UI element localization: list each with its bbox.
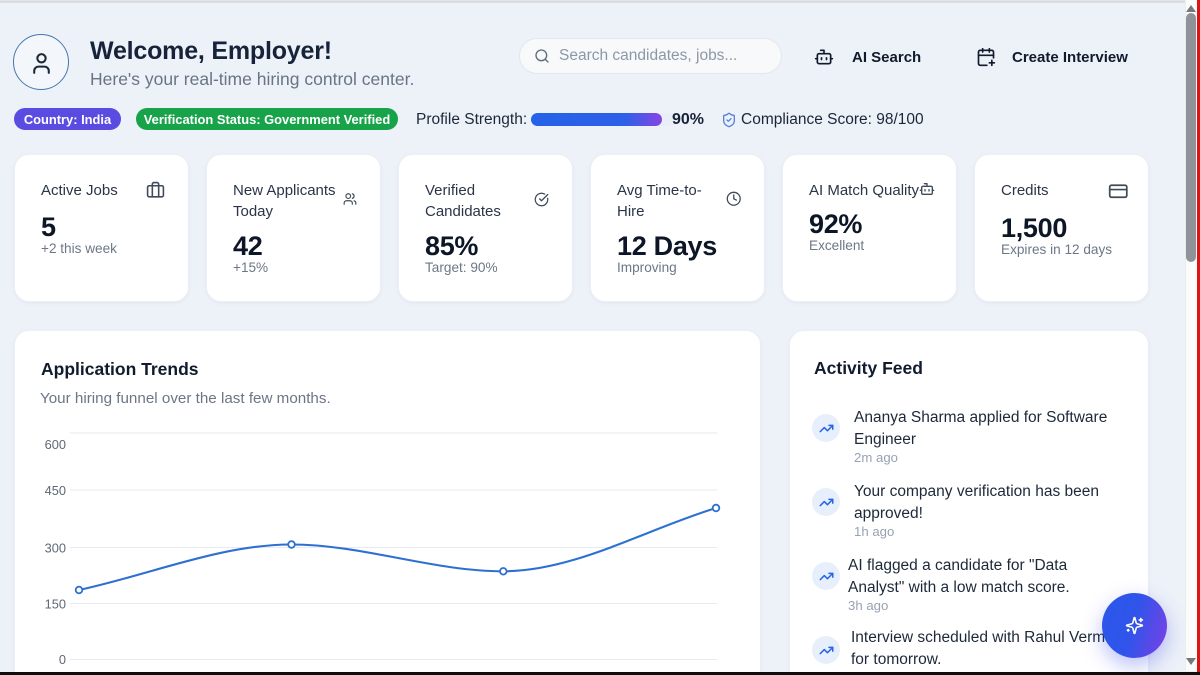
- svg-text:150: 150: [45, 597, 66, 612]
- svg-text:450: 450: [45, 483, 66, 498]
- svg-text:600: 600: [45, 437, 66, 452]
- svg-text:300: 300: [45, 541, 66, 556]
- svg-text:0: 0: [59, 652, 66, 667]
